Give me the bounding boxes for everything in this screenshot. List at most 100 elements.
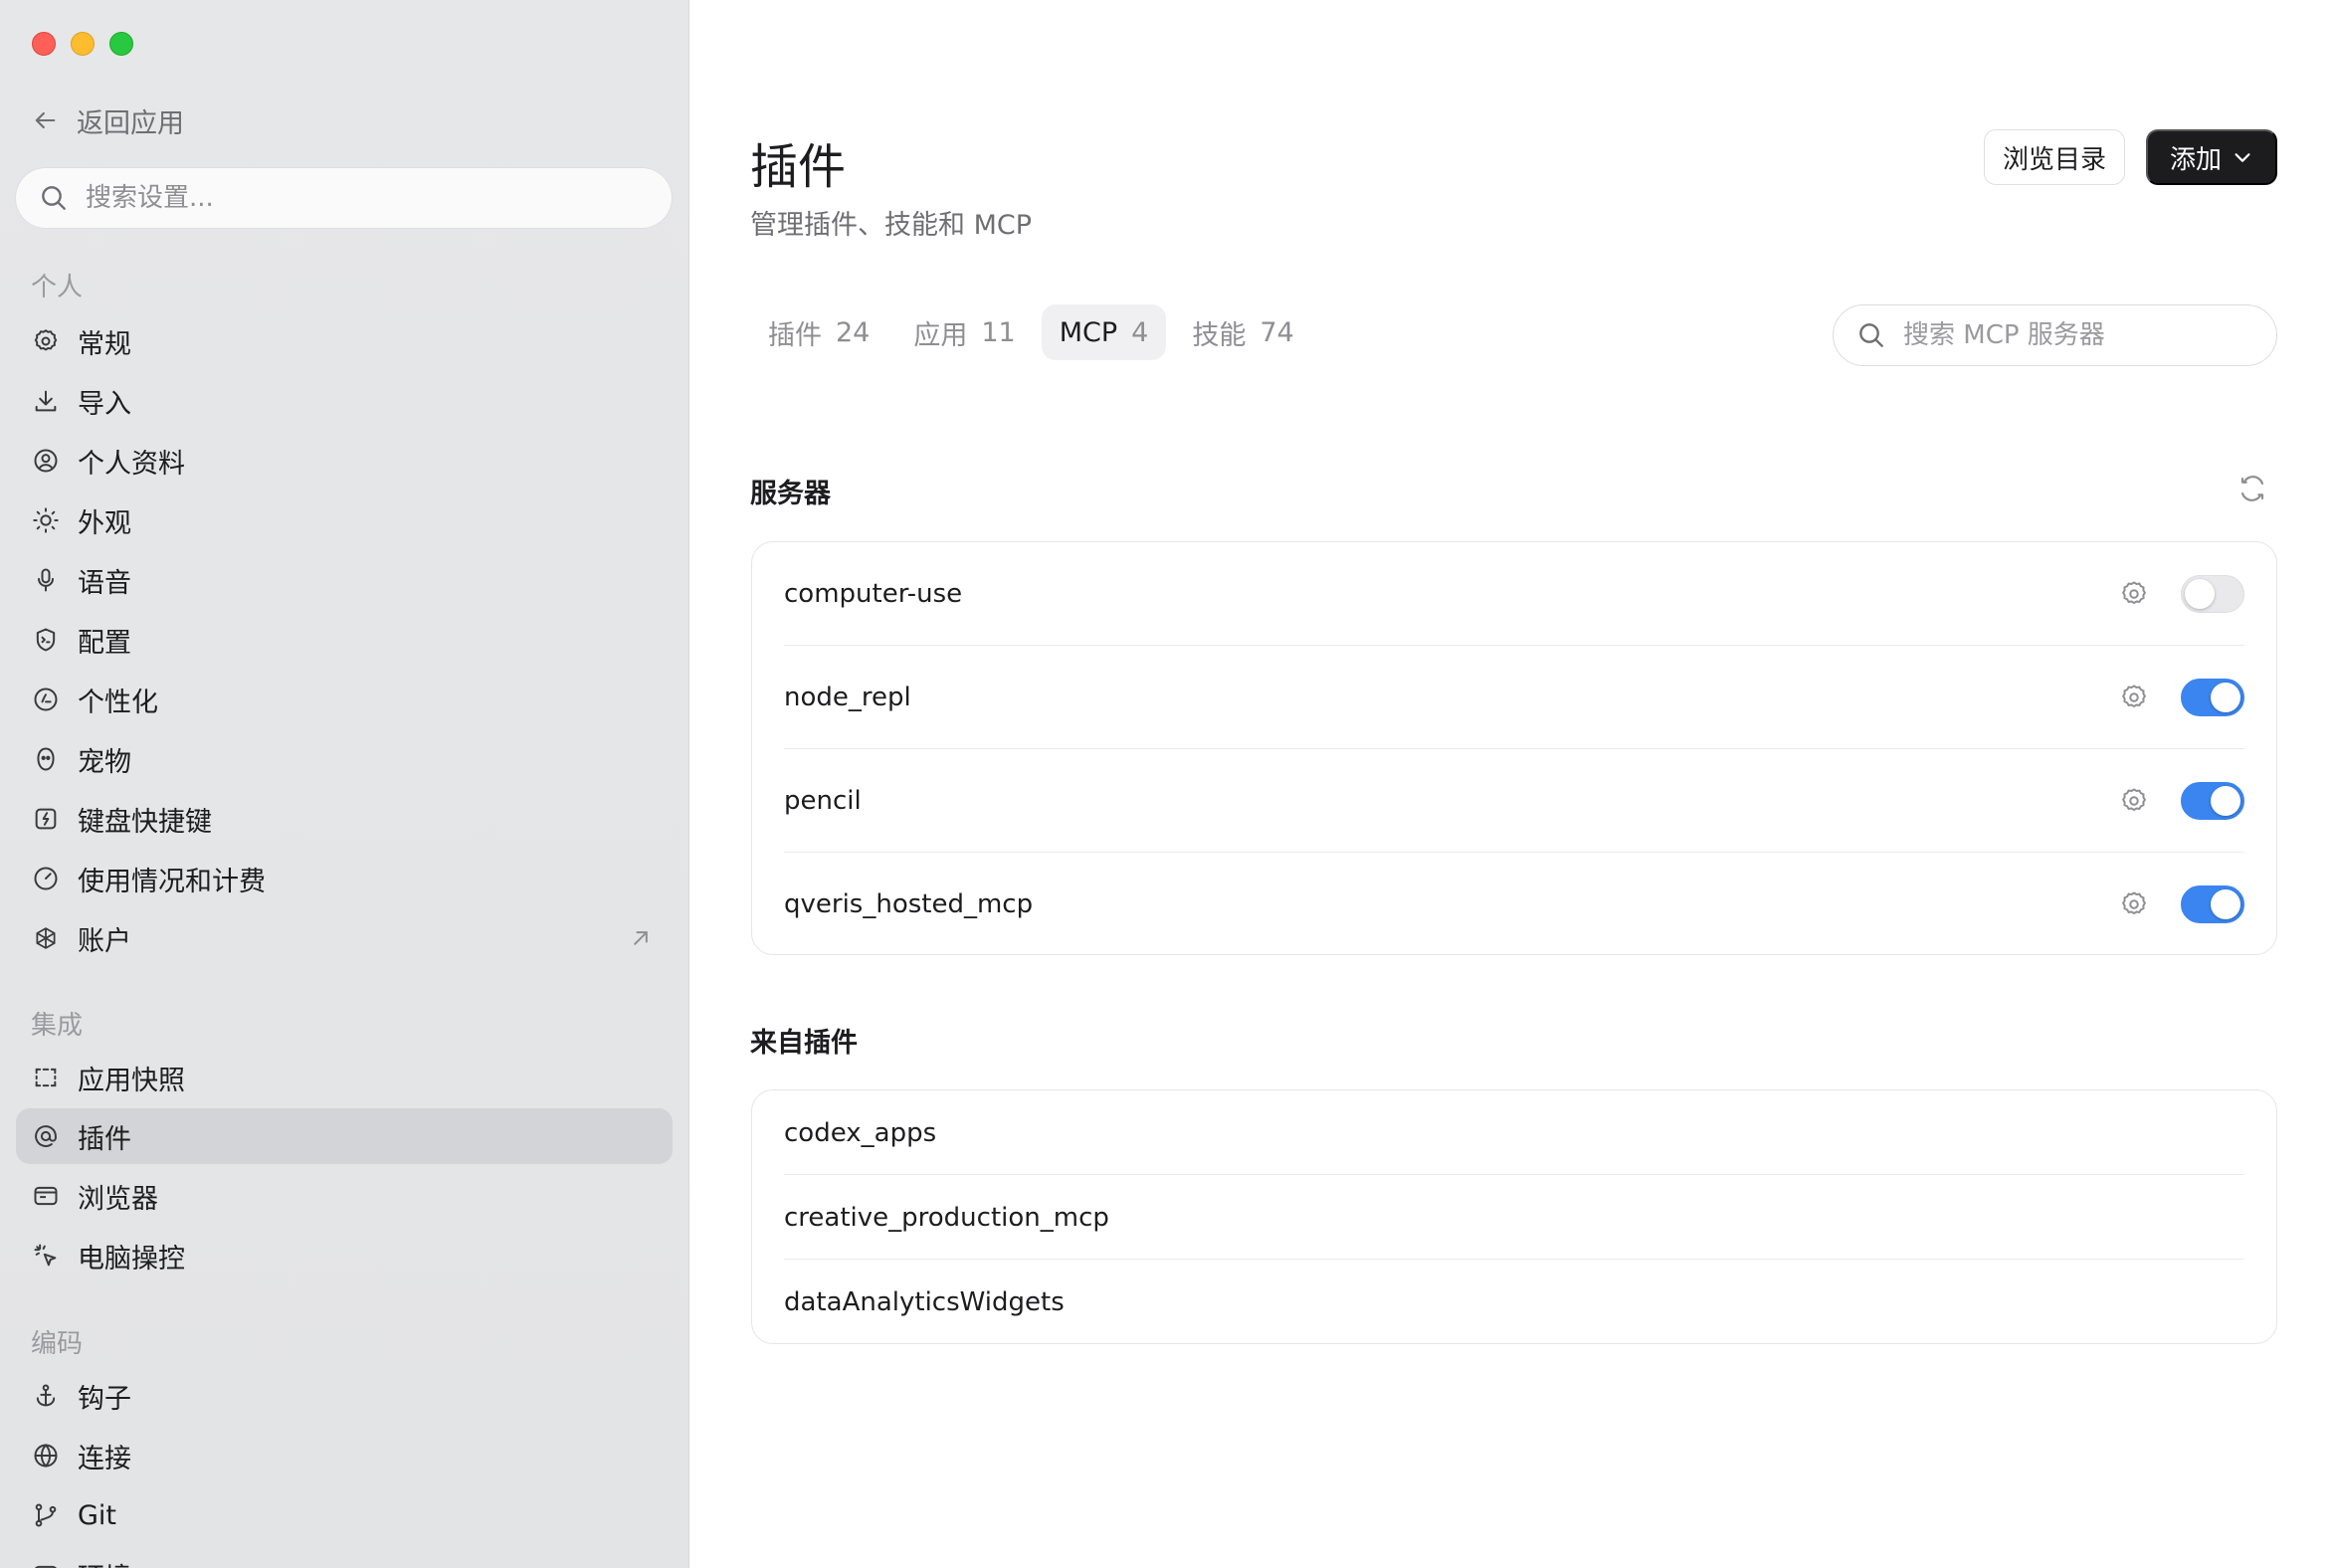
plugin-server-name: creative_production_mcp [784, 1202, 1109, 1233]
server-toggle-qveris-hosted-mcp[interactable] [2181, 885, 2244, 923]
sidebar-item-environment[interactable]: 环境 [16, 1547, 673, 1568]
category-tabs: 插件 24 应用 11 MCP 4 技能 74 [750, 304, 1312, 360]
server-row-node-repl: node_repl [784, 646, 2244, 749]
server-name: node_repl [784, 683, 911, 712]
plugin-server-name: dataAnalyticsWidgets [784, 1286, 1065, 1317]
tab-apps[interactable]: 应用 11 [895, 304, 1033, 360]
settings-search-input[interactable] [86, 183, 643, 213]
tab-count: 4 [1131, 316, 1149, 348]
sidebar-item-label: 环境 [78, 1556, 131, 1568]
at-icon [32, 1122, 60, 1150]
sidebar-item-label: 钩子 [78, 1383, 131, 1415]
sidebar-item-git[interactable]: Git [16, 1487, 673, 1543]
sidebar-item-config[interactable]: 配置 [16, 612, 673, 668]
gear-icon[interactable] [2119, 889, 2149, 919]
sidebar-item-browser[interactable]: 浏览器 [16, 1168, 673, 1224]
sidebar-item-label: 连接 [78, 1443, 131, 1474]
sidebar-item-label: Git [78, 1499, 117, 1531]
section-label-coding: 编码 [31, 1329, 84, 1359]
server-row-qveris-hosted-mcp: qveris_hosted_mcp [784, 853, 2244, 956]
add-button[interactable]: 添加 [2146, 129, 2277, 185]
gear-icon[interactable] [2119, 786, 2149, 816]
sidebar-item-label: 常规 [78, 328, 131, 360]
cursor-click-icon [32, 1242, 60, 1270]
sidebar-item-label: 外观 [78, 507, 131, 539]
sidebar-item-hooks[interactable]: 钩子 [16, 1368, 673, 1424]
tab-count: 24 [836, 316, 871, 348]
tab-count: 74 [1260, 316, 1294, 348]
sun-icon [32, 506, 60, 534]
arrow-left-icon [35, 111, 56, 129]
server-name: pencil [784, 786, 862, 816]
sidebar-item-pet[interactable]: 宠物 [16, 731, 673, 787]
page-title: 插件 [750, 139, 847, 195]
sidebar-item-app-snapshot[interactable]: 应用快照 [16, 1050, 673, 1105]
servers-heading: 服务器 [750, 479, 831, 509]
sidebar-item-label: 配置 [78, 627, 131, 659]
plugin-server-row[interactable]: dataAnalyticsWidgets [784, 1260, 2244, 1344]
snapshot-icon [32, 1064, 60, 1091]
openai-logo-icon [32, 924, 60, 952]
gear-icon [32, 327, 60, 355]
page-subtitle: 管理插件、技能和 MCP [750, 210, 1033, 241]
anchor-icon [32, 1382, 60, 1410]
tab-label: MCP [1059, 316, 1118, 348]
sidebar-item-label: 浏览器 [78, 1183, 158, 1215]
tab-label: 应用 [913, 319, 968, 351]
sidebar-item-voice[interactable]: 语音 [16, 552, 673, 608]
server-toggle-computer-use[interactable] [2181, 575, 2244, 613]
plugin-server-name: codex_apps [784, 1117, 937, 1148]
from-plugins-heading: 来自插件 [750, 1028, 858, 1059]
minimize-window-button[interactable] [71, 32, 95, 56]
add-button-label: 添加 [2169, 144, 2222, 175]
mcp-server-search[interactable] [1833, 304, 2277, 366]
git-branch-icon [32, 1501, 60, 1529]
tab-mcp[interactable]: MCP 4 [1041, 304, 1167, 360]
tab-count: 11 [981, 316, 1016, 348]
gear-icon[interactable] [2119, 683, 2149, 712]
back-label: 返回应用 [77, 107, 184, 139]
sidebar-item-keyboard-shortcuts[interactable]: 键盘快捷键 [16, 791, 673, 847]
sidebar-item-label: 个性化 [78, 686, 158, 718]
browse-directory-button[interactable]: 浏览目录 [1984, 129, 2126, 185]
sidebar-item-general[interactable]: 常规 [16, 313, 673, 369]
search-icon [42, 186, 66, 210]
sidebar-item-profile[interactable]: 个人资料 [16, 433, 673, 489]
server-toggle-node-repl[interactable] [2181, 679, 2244, 716]
globe-icon [32, 1442, 60, 1470]
external-link-icon [634, 931, 648, 945]
gear-icon[interactable] [2119, 579, 2149, 609]
sidebar-item-connections[interactable]: 连接 [16, 1428, 673, 1483]
section-label-integrations: 集成 [31, 1011, 84, 1041]
sidebar-item-appearance[interactable]: 外观 [16, 492, 673, 548]
keyboard-shortcut-icon [32, 805, 60, 833]
sidebar-item-usage-billing[interactable]: 使用情况和计费 [16, 851, 673, 906]
main-panel: 插件 管理插件、技能和 MCP 浏览目录 添加 插件 24 应用 11 MCP … [690, 0, 2334, 1568]
back-to-app-link[interactable]: 返回应用 [31, 99, 184, 141]
tab-skills[interactable]: 技能 74 [1174, 304, 1311, 360]
plugin-server-row[interactable]: codex_apps [784, 1090, 2244, 1175]
tab-plugins[interactable]: 插件 24 [750, 304, 887, 360]
zoom-window-button[interactable] [109, 32, 133, 56]
sidebar-item-plugins[interactable]: 插件 [16, 1108, 673, 1164]
profile-icon [32, 447, 60, 475]
refresh-icon[interactable] [2237, 474, 2267, 503]
config-shield-icon [32, 626, 60, 654]
sidebar-item-label: 使用情况和计费 [78, 866, 266, 897]
settings-search[interactable] [16, 168, 672, 228]
sidebar-item-computer-control[interactable]: 电脑操控 [16, 1228, 673, 1283]
close-window-button[interactable] [32, 32, 56, 56]
sidebar-item-label: 账户 [78, 925, 131, 957]
sidebar-item-label: 应用快照 [78, 1065, 185, 1096]
server-row-computer-use: computer-use [784, 542, 2244, 646]
sidebar-item-label: 键盘快捷键 [78, 806, 212, 838]
plugin-server-row[interactable]: creative_production_mcp [784, 1175, 2244, 1260]
server-toggle-pencil[interactable] [2181, 782, 2244, 820]
sidebar-item-personalize[interactable]: 个性化 [16, 672, 673, 727]
server-name: qveris_hosted_mcp [784, 889, 1034, 919]
mcp-search-input[interactable] [1903, 320, 2261, 350]
sidebar-item-account[interactable]: 账户 [16, 910, 673, 966]
tab-label: 插件 [768, 319, 822, 351]
browser-icon [32, 1182, 60, 1210]
sidebar-item-import[interactable]: 导入 [16, 373, 673, 429]
